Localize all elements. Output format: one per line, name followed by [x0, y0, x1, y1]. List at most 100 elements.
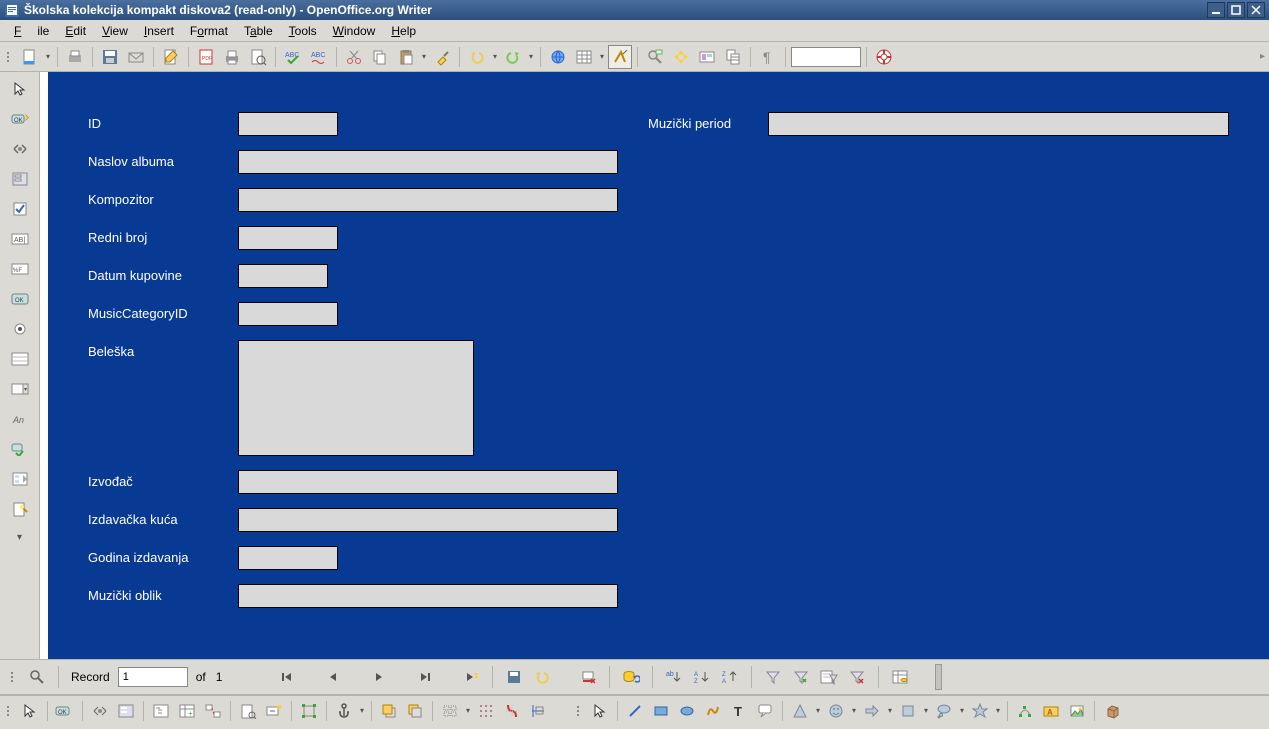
naslov-field[interactable] — [238, 150, 618, 174]
help-icon[interactable] — [872, 45, 896, 69]
callout-icon[interactable] — [753, 699, 777, 723]
form-props-icon[interactable] — [114, 699, 138, 723]
rectangle-icon[interactable] — [649, 699, 673, 723]
print-default-icon[interactable] — [63, 45, 87, 69]
select-icon[interactable] — [18, 699, 42, 723]
zoom-field[interactable] — [791, 47, 861, 67]
menu-table[interactable]: Table — [236, 22, 281, 40]
sort-desc-icon[interactable]: ZA — [719, 666, 741, 688]
text-icon[interactable]: T — [727, 699, 751, 723]
align-dropdown[interactable]: ▾ — [464, 706, 472, 715]
find-replace-icon[interactable] — [643, 45, 667, 69]
toolbar-grip[interactable] — [4, 52, 12, 62]
add-field-icon[interactable]: + — [175, 699, 199, 723]
option-button-icon[interactable] — [8, 318, 32, 340]
select2-icon[interactable] — [588, 699, 612, 723]
ellipse-icon[interactable] — [675, 699, 699, 723]
open-design-icon[interactable] — [236, 699, 260, 723]
redo-dropdown[interactable]: ▾ — [527, 52, 535, 61]
format-paintbrush-icon[interactable] — [430, 45, 454, 69]
scrollbar-stub[interactable] — [935, 664, 942, 690]
text-box-icon[interactable]: AB| — [8, 228, 32, 250]
preview-icon[interactable] — [246, 45, 270, 69]
menu-help[interactable]: Help — [383, 22, 424, 40]
data-sources-icon[interactable] — [721, 45, 745, 69]
refresh-icon[interactable] — [620, 666, 642, 688]
line-icon[interactable] — [623, 699, 647, 723]
position-size-icon[interactable] — [297, 699, 321, 723]
block-arrows-dropdown[interactable]: ▾ — [886, 706, 894, 715]
muscat-field[interactable] — [238, 302, 338, 326]
undo-icon[interactable] — [465, 45, 489, 69]
wizards-icon[interactable] — [8, 498, 32, 520]
data-to-table-icon[interactable] — [889, 666, 911, 688]
toolbar-overflow[interactable]: ▸ — [1260, 51, 1265, 62]
last-record-icon[interactable] — [414, 666, 436, 688]
list-box-icon[interactable] — [8, 348, 32, 370]
auto-control-focus-icon[interactable] — [262, 699, 286, 723]
menu-file[interactable]: File — [6, 22, 57, 40]
maximize-button[interactable] — [1227, 2, 1245, 18]
undo-dropdown[interactable]: ▾ — [491, 52, 499, 61]
show-draw-functions-icon[interactable] — [608, 45, 632, 69]
anchor-icon[interactable] — [332, 699, 356, 723]
id-field[interactable] — [238, 112, 338, 136]
callouts-dropdown[interactable]: ▾ — [958, 706, 966, 715]
next-record-icon[interactable] — [368, 666, 390, 688]
sort-icon[interactable]: ab — [663, 666, 685, 688]
period-field[interactable] — [768, 112, 1229, 136]
new-record-icon[interactable] — [460, 666, 482, 688]
apply-filter-icon[interactable] — [790, 666, 812, 688]
send-back-icon[interactable] — [403, 699, 427, 723]
form-navigator-icon[interactable] — [149, 699, 173, 723]
checkbox-icon[interactable] — [8, 198, 32, 220]
fontwork-icon[interactable]: A — [1039, 699, 1063, 723]
close-button[interactable] — [1247, 2, 1265, 18]
hyperlink-icon[interactable] — [546, 45, 570, 69]
remove-filter-icon[interactable] — [846, 666, 868, 688]
table-icon[interactable] — [572, 45, 596, 69]
navigator-icon[interactable] — [669, 45, 693, 69]
design-mode-icon[interactable]: OK — [8, 108, 32, 130]
save-record-icon[interactable] — [503, 666, 525, 688]
beleska-field[interactable] — [238, 340, 474, 456]
stars-icon[interactable] — [968, 699, 992, 723]
combo-box-icon[interactable] — [8, 378, 32, 400]
freeform-icon[interactable] — [701, 699, 725, 723]
bring-front-icon[interactable] — [377, 699, 401, 723]
snap-grid-icon[interactable] — [500, 699, 524, 723]
control-icon[interactable] — [8, 138, 32, 160]
symbol-shapes-icon[interactable] — [824, 699, 848, 723]
kompozitor-field[interactable] — [238, 188, 618, 212]
cut-icon[interactable] — [342, 45, 366, 69]
design-mode-icon[interactable]: OK — [53, 699, 77, 723]
new-doc-dropdown[interactable]: ▾ — [44, 52, 52, 61]
flowchart-dropdown[interactable]: ▾ — [922, 706, 930, 715]
anchor-dropdown[interactable]: ▾ — [358, 706, 366, 715]
block-arrows-icon[interactable] — [860, 699, 884, 723]
email-icon[interactable] — [124, 45, 148, 69]
basic-shapes-icon[interactable] — [788, 699, 812, 723]
toolbar-grip[interactable] — [574, 706, 582, 716]
izvodjac-field[interactable] — [238, 470, 618, 494]
record-number-input[interactable] — [118, 667, 188, 687]
form-design-icon[interactable] — [8, 468, 32, 490]
spellcheck-icon[interactable]: ABC — [281, 45, 305, 69]
toolbar-grip[interactable] — [4, 706, 12, 716]
redni-field[interactable] — [238, 226, 338, 250]
stars-dropdown[interactable]: ▾ — [994, 706, 1002, 715]
godina-field[interactable] — [238, 546, 338, 570]
prev-record-icon[interactable] — [322, 666, 344, 688]
menu-window[interactable]: Window — [325, 22, 384, 40]
find-record-icon[interactable] — [26, 666, 48, 688]
print-icon[interactable] — [220, 45, 244, 69]
sort-asc-icon[interactable]: AZ — [691, 666, 713, 688]
symbol-shapes-dropdown[interactable]: ▾ — [850, 706, 858, 715]
datum-field[interactable] — [238, 264, 328, 288]
align-icon[interactable] — [438, 699, 462, 723]
activation-order-icon[interactable] — [201, 699, 225, 723]
menu-insert[interactable]: Insert — [136, 22, 182, 40]
minimize-button[interactable] — [1207, 2, 1225, 18]
form-filter-icon[interactable] — [818, 666, 840, 688]
menu-view[interactable]: View — [94, 22, 136, 40]
